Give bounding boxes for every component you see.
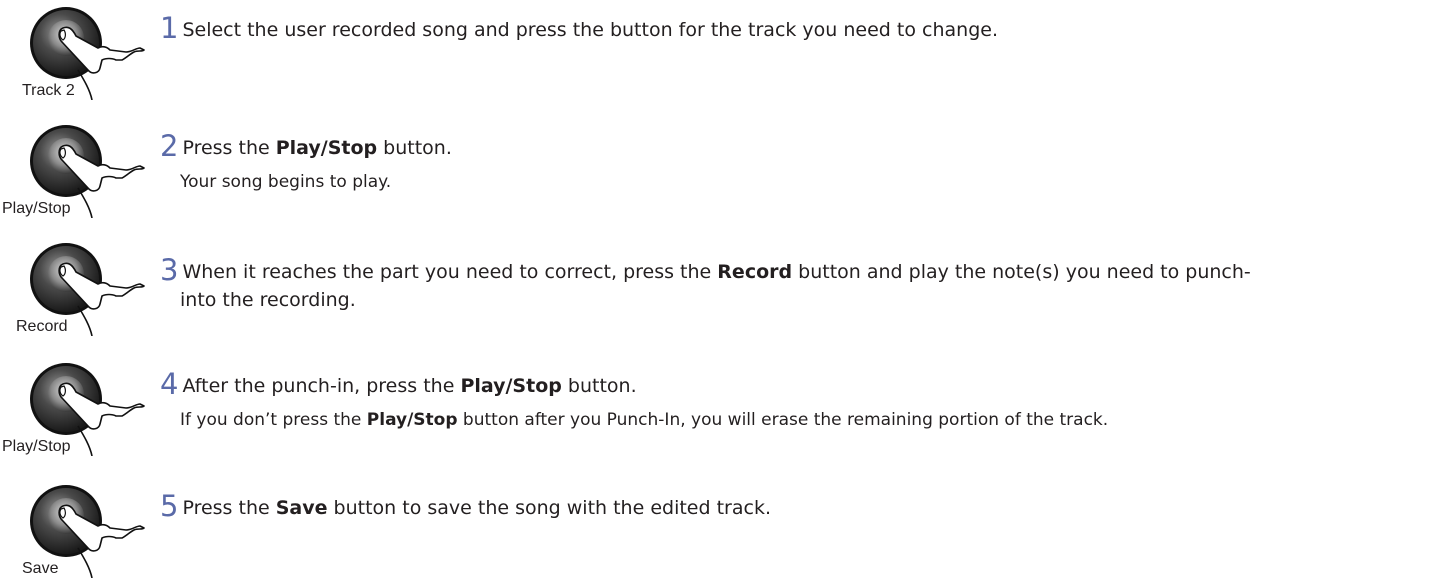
step-4-text: 4 After the punch-in, press the Play/Stop… [160,370,1430,432]
step-number: 2 [160,129,179,163]
step-instruction-before: Press the [182,497,276,519]
button-label-record: Record [16,318,68,335]
step-1-text: 1 Select the user recorded song and press… [160,14,1430,44]
step-instruction-after: button and play the note(s) you need to … [792,261,1251,283]
step-number: 4 [160,367,179,401]
step-3: Record 3 When it reaches the part you nee… [0,236,1444,346]
step-instruction-after: button to save the song with the edited … [327,497,771,519]
step-instruction-after: button. [377,137,452,159]
step-5-text: 5 Press the Save button to save the song … [160,492,1430,522]
step-instruction-before: After the punch-in, press the [182,375,461,397]
step-note: Your song begins to play. [180,172,392,192]
step-number: 1 [160,11,179,45]
step-note-bold: Play/Stop [366,410,458,430]
step-instruction-before: When it reaches the part you need to cor… [182,261,718,283]
step-note: If you don’t press the Play/Stop button … [160,408,1430,432]
step-2-text: 2 Press the Play/Stop button. Your song b… [160,132,1430,194]
step-instruction-bold: Save [275,497,328,519]
button-label-save: Save [22,560,59,577]
step-instruction-continuation: into the recording. [180,289,356,311]
step-note-after: button after you Punch-In, you will eras… [457,410,1109,430]
step-instruction-after: button. [561,375,637,397]
step-instruction: Select the user recorded song and press … [182,19,998,41]
step-instruction-bold: Record [717,261,793,283]
step-number: 5 [160,489,179,523]
button-label-track-2: Track 2 [22,82,75,99]
step-note-before: If you don’t press the [180,410,367,430]
step-instruction-before: Press the [182,137,276,159]
step-5: Save 5 Press the Save button to save the … [0,478,1444,584]
step-instruction-bold: Play/Stop [275,137,378,159]
step-3-text: 3 When it reaches the part you need to co… [160,256,1430,314]
step-4: Play/Stop 4 After the punch-in, press the… [0,356,1444,466]
button-label-play-stop: Play/Stop [2,438,71,455]
step-1: Track 2 1 Select the user recorded song a… [0,0,1444,110]
button-label-play-stop: Play/Stop [2,200,71,217]
step-number: 3 [160,253,179,287]
step-instruction-bold: Play/Stop [460,375,562,397]
step-2: Play/Stop 2 Press the Play/Stop button. Y… [0,118,1444,228]
